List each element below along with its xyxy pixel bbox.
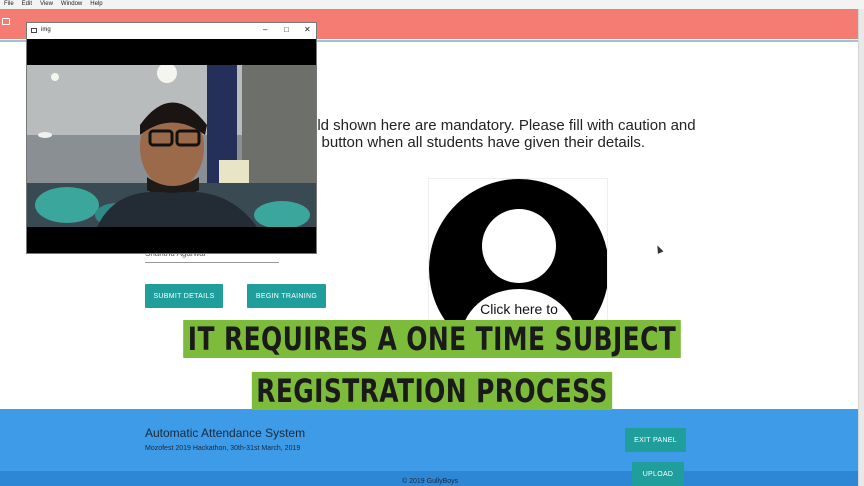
close-button[interactable]: ✕	[304, 25, 311, 34]
chat-icon[interactable]	[2, 18, 10, 25]
menu-bar: File Edit View Window Help	[0, 0, 864, 9]
menu-help[interactable]: Help	[90, 0, 102, 9]
window-titlebar[interactable]: img – □ ✕	[27, 23, 316, 39]
photo-upload-caption: Click here to	[480, 301, 558, 317]
upload-button[interactable]: UPLOAD	[632, 462, 684, 486]
camera-preview-window[interactable]: img – □ ✕	[26, 22, 317, 254]
menu-view[interactable]: View	[40, 0, 53, 9]
photo-upload-card[interactable]: Click here to	[428, 178, 608, 330]
minimize-button[interactable]: –	[263, 25, 267, 34]
overlay-caption-line-1: IT REQUIRES A ONE TIME SUBJECT	[95, 319, 769, 359]
exit-panel-button[interactable]: EXIT PANEL	[625, 428, 686, 452]
overlay-caption-line-2: REGISTRATION PROCESS	[95, 371, 769, 411]
footer: Automatic Attendance System Mozofest 201…	[0, 409, 858, 486]
footer-subtitle: Mozofest 2019 Hackathon, 30th-31st March…	[145, 445, 301, 452]
footer-title: Automatic Attendance System	[145, 426, 306, 440]
begin-training-button[interactable]: BEGIN TRAINING	[247, 284, 326, 308]
camera-feed	[27, 65, 316, 227]
copyright-text: © 2019 GullyBoys	[402, 478, 459, 485]
caption-text-2: REGISTRATION PROCESS	[251, 372, 613, 410]
menu-edit[interactable]: Edit	[22, 0, 32, 9]
maximize-button[interactable]: □	[284, 25, 289, 34]
window-app-icon	[31, 28, 37, 33]
vertical-scrollbar[interactable]	[858, 9, 864, 486]
window-title: img	[41, 27, 51, 33]
caption-text-1: IT REQUIRES A ONE TIME SUBJECT	[183, 320, 681, 358]
mouse-cursor-icon	[654, 244, 664, 254]
camera-feed-image	[27, 65, 316, 227]
submit-details-button[interactable]: SUBMIT DETAILS	[145, 284, 223, 308]
menu-window[interactable]: Window	[61, 0, 82, 9]
menu-file[interactable]: File	[4, 0, 14, 9]
